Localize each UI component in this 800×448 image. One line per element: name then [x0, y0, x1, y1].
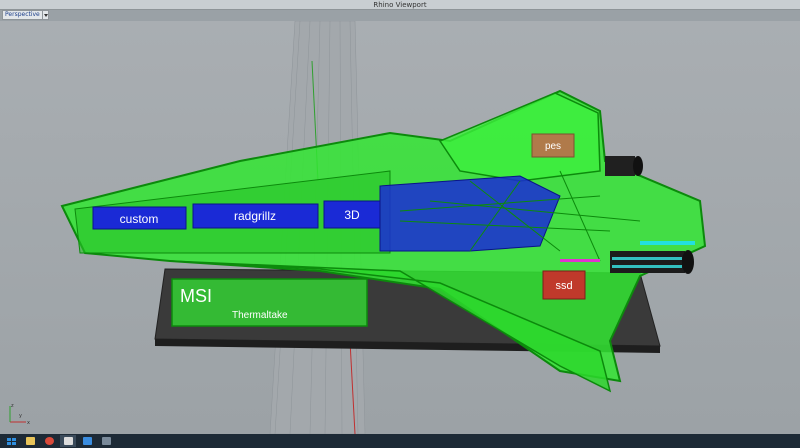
app-blue-icon[interactable]	[79, 435, 95, 447]
pes-panel[interactable]: pes	[531, 133, 575, 158]
model-scene[interactable]: custom radgrillz 3D pes ssd MSI Thermalt…	[0, 21, 800, 434]
magenta-accent	[560, 259, 600, 262]
ssd-panel[interactable]: ssd	[542, 270, 586, 300]
perspective-viewport[interactable]: custom radgrillz 3D pes ssd MSI Thermalt…	[0, 21, 800, 434]
taskbar	[0, 434, 800, 448]
rhino-window: Rhino Viewport Perspective custom radgri…	[0, 0, 800, 448]
three-d-panel[interactable]: 3D	[323, 200, 381, 229]
axis-z-label: z	[11, 403, 14, 409]
radgrillz-panel[interactable]: radgrillz	[192, 203, 319, 229]
cyan-accent	[640, 241, 695, 245]
hull-upper-fin[interactable]	[438, 92, 601, 182]
axis-gizmo: x z y	[9, 403, 30, 426]
browser-icon[interactable]	[41, 435, 57, 447]
viewport-label[interactable]: Perspective	[3, 11, 42, 19]
internal-core[interactable]	[379, 175, 561, 252]
custom-panel[interactable]: custom	[92, 206, 187, 230]
window-title: Rhino Viewport	[373, 1, 427, 9]
ssd-label: ssd	[555, 280, 572, 292]
custom-label: custom	[120, 212, 159, 226]
pes-label: pes	[545, 141, 561, 152]
chevron-down-icon[interactable]	[41, 11, 48, 19]
engine-upper[interactable]	[605, 156, 643, 176]
rhino-icon[interactable]	[60, 435, 76, 447]
thermaltake-label: Thermaltake	[232, 310, 288, 321]
radgrillz-label: radgrillz	[234, 209, 276, 223]
three-d-label: 3D	[344, 208, 360, 222]
axis-y-label: y	[19, 413, 22, 419]
windows-start-icon[interactable]	[3, 435, 19, 447]
msi-label: MSI	[180, 286, 212, 306]
file-explorer-icon[interactable]	[22, 435, 38, 447]
msi-thermaltake-panel[interactable]: MSI Thermaltake	[171, 278, 368, 327]
engine-lower[interactable]	[610, 250, 694, 274]
app-gray-icon[interactable]	[98, 435, 114, 447]
axis-x-label: x	[27, 420, 30, 426]
viewport-tab-perspective[interactable]: Perspective	[2, 10, 49, 20]
title-bar: Rhino Viewport	[0, 0, 800, 10]
